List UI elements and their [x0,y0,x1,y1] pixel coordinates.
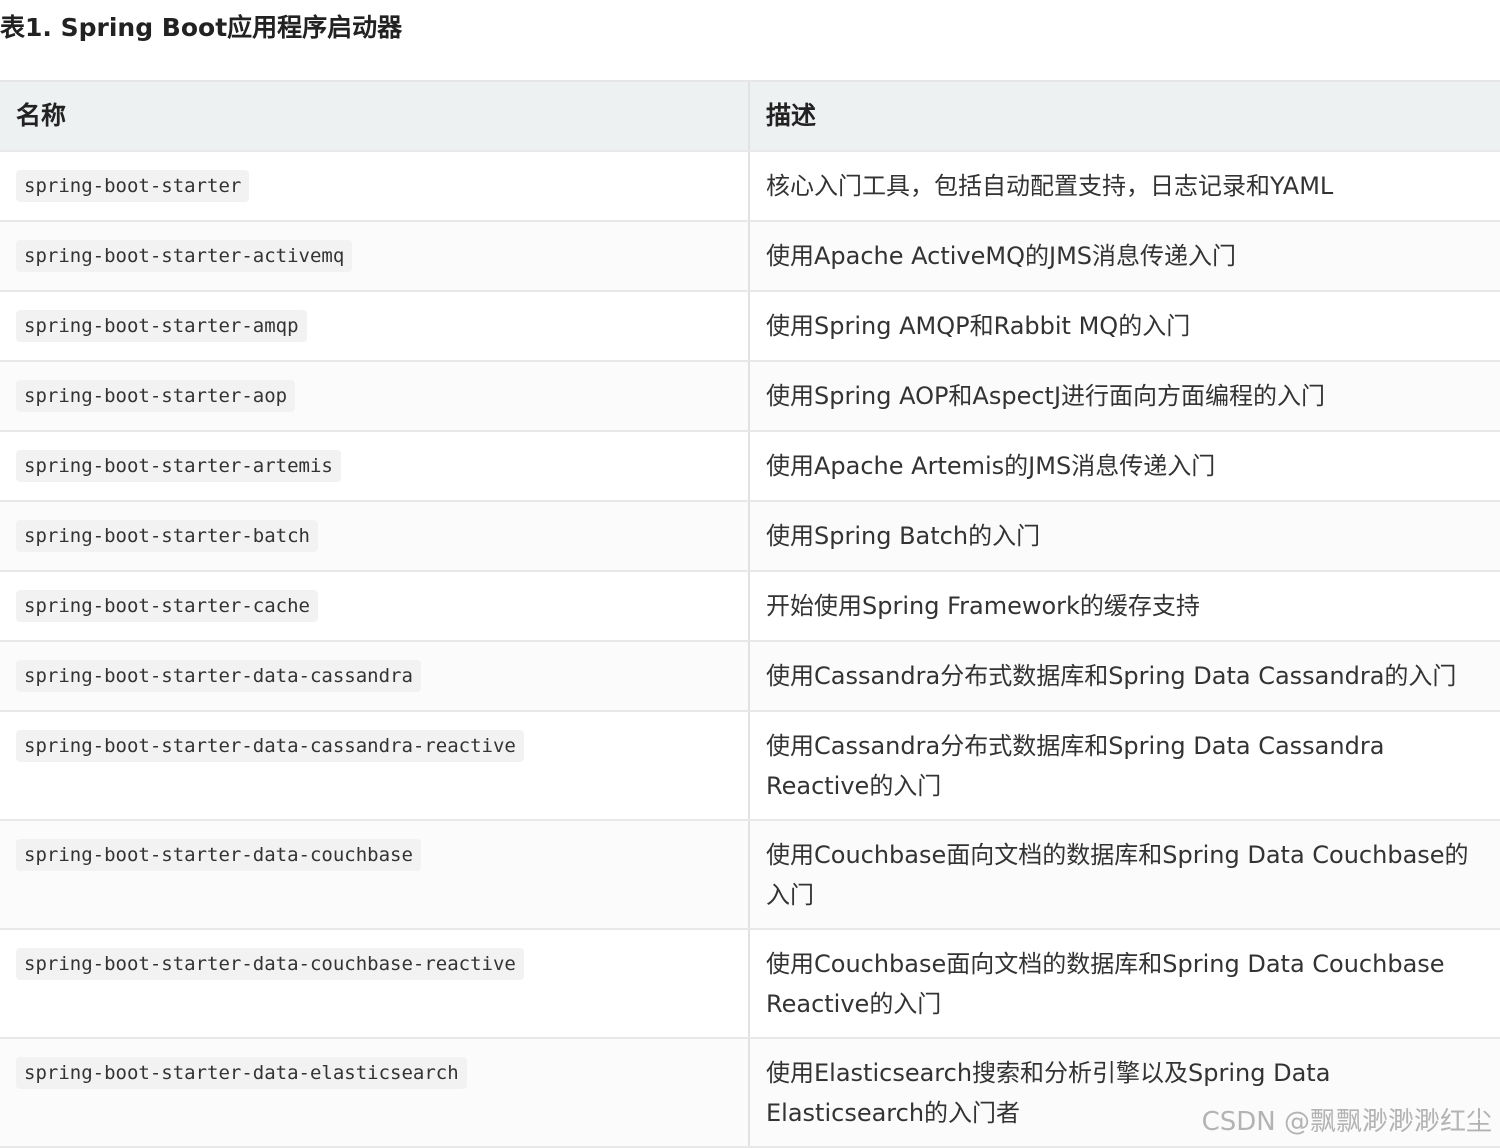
table-row: spring-boot-starter-batch 使用Spring Batch… [0,502,1500,572]
starter-name-cell: spring-boot-starter-aop [0,362,750,430]
starter-description: 使用Cassandra分布式数据库和Spring Data Cassandra … [766,732,1385,800]
starter-description: 使用Spring Batch的入门 [766,522,1041,550]
header-name: 名称 [0,82,750,150]
watermark: CSDN @飘飘渺渺渺红尘 [1201,1107,1492,1137]
header-description: 描述 [766,101,817,130]
starter-name-cell: spring-boot-starter-data-cassandra-react… [0,712,750,819]
table-row: spring-boot-starter-data-cassandra-react… [0,712,1500,821]
table-row: spring-boot-starter-data-cassandra 使用Cas… [0,642,1500,712]
table-row: spring-boot-starter-activemq 使用Apache Ac… [0,222,1500,292]
starter-name: spring-boot-starter-amqp [16,310,307,342]
starter-name-cell: spring-boot-starter-data-couchbase-react… [0,930,750,1037]
table-row: spring-boot-starter-data-couchbase-react… [0,930,1500,1039]
starter-name-cell: spring-boot-starter [0,152,750,220]
table-row: spring-boot-starter-artemis 使用Apache Art… [0,432,1500,502]
starter-name-cell: spring-boot-starter-activemq [0,222,750,290]
starter-name-cell: spring-boot-starter-data-couchbase [0,821,750,928]
starter-name: spring-boot-starter-artemis [16,450,341,482]
starter-description: 开始使用Spring Framework的缓存支持 [766,592,1200,620]
table-header-row: 名称 描述 [0,82,1500,152]
starter-name: spring-boot-starter [16,170,250,202]
starter-name-cell: spring-boot-starter-amqp [0,292,750,360]
starter-description: 使用Couchbase面向文档的数据库和Spring Data Couchbas… [766,841,1469,909]
starter-name-cell: spring-boot-starter-artemis [0,432,750,500]
starter-name: spring-boot-starter-cache [16,590,318,622]
starter-description: 使用Apache Artemis的JMS消息传递入门 [766,452,1216,480]
starter-description: 使用Apache ActiveMQ的JMS消息传递入门 [766,242,1237,270]
starter-name-cell: spring-boot-starter-batch [0,502,750,570]
table-row: spring-boot-starter-data-couchbase 使用Cou… [0,821,1500,930]
starters-table: 名称 描述 spring-boot-starter 核心入门工具，包括自动配置支… [0,80,1500,1148]
starter-name: spring-boot-starter-data-elasticsearch [16,1057,467,1089]
starter-name: spring-boot-starter-data-couchbase-react… [16,948,524,980]
starter-description: 使用Couchbase面向文档的数据库和Spring Data Couchbas… [766,950,1445,1018]
starter-description: 使用Spring AOP和AspectJ进行面向方面编程的入门 [766,382,1326,410]
starter-description: 使用Spring AMQP和Rabbit MQ的入门 [766,312,1191,340]
starter-description: 使用Cassandra分布式数据库和Spring Data Cassandra的… [766,662,1457,690]
table-row: spring-boot-starter 核心入门工具，包括自动配置支持，日志记录… [0,152,1500,222]
starter-name: spring-boot-starter-data-cassandra [16,660,421,692]
starter-name: spring-boot-starter-activemq [16,240,353,272]
starter-description: 核心入门工具，包括自动配置支持，日志记录和YAML [766,172,1334,200]
starter-name: spring-boot-starter-aop [16,380,296,412]
starter-name: spring-boot-starter-data-cassandra-react… [16,730,524,762]
starter-name-cell: spring-boot-starter-data-elasticsearch [0,1039,750,1146]
table-row: spring-boot-starter-amqp 使用Spring AMQP和R… [0,292,1500,362]
starter-name-cell: spring-boot-starter-cache [0,572,750,640]
table-caption: 表1. Spring Boot应用程序启动器 [0,13,403,42]
starter-name-cell: spring-boot-starter-data-cassandra [0,642,750,710]
table-row: spring-boot-starter-cache 开始使用Spring Fra… [0,572,1500,642]
starter-name: spring-boot-starter-batch [16,520,318,552]
starter-name: spring-boot-starter-data-couchbase [16,839,421,871]
table-row: spring-boot-starter-aop 使用Spring AOP和Asp… [0,362,1500,432]
